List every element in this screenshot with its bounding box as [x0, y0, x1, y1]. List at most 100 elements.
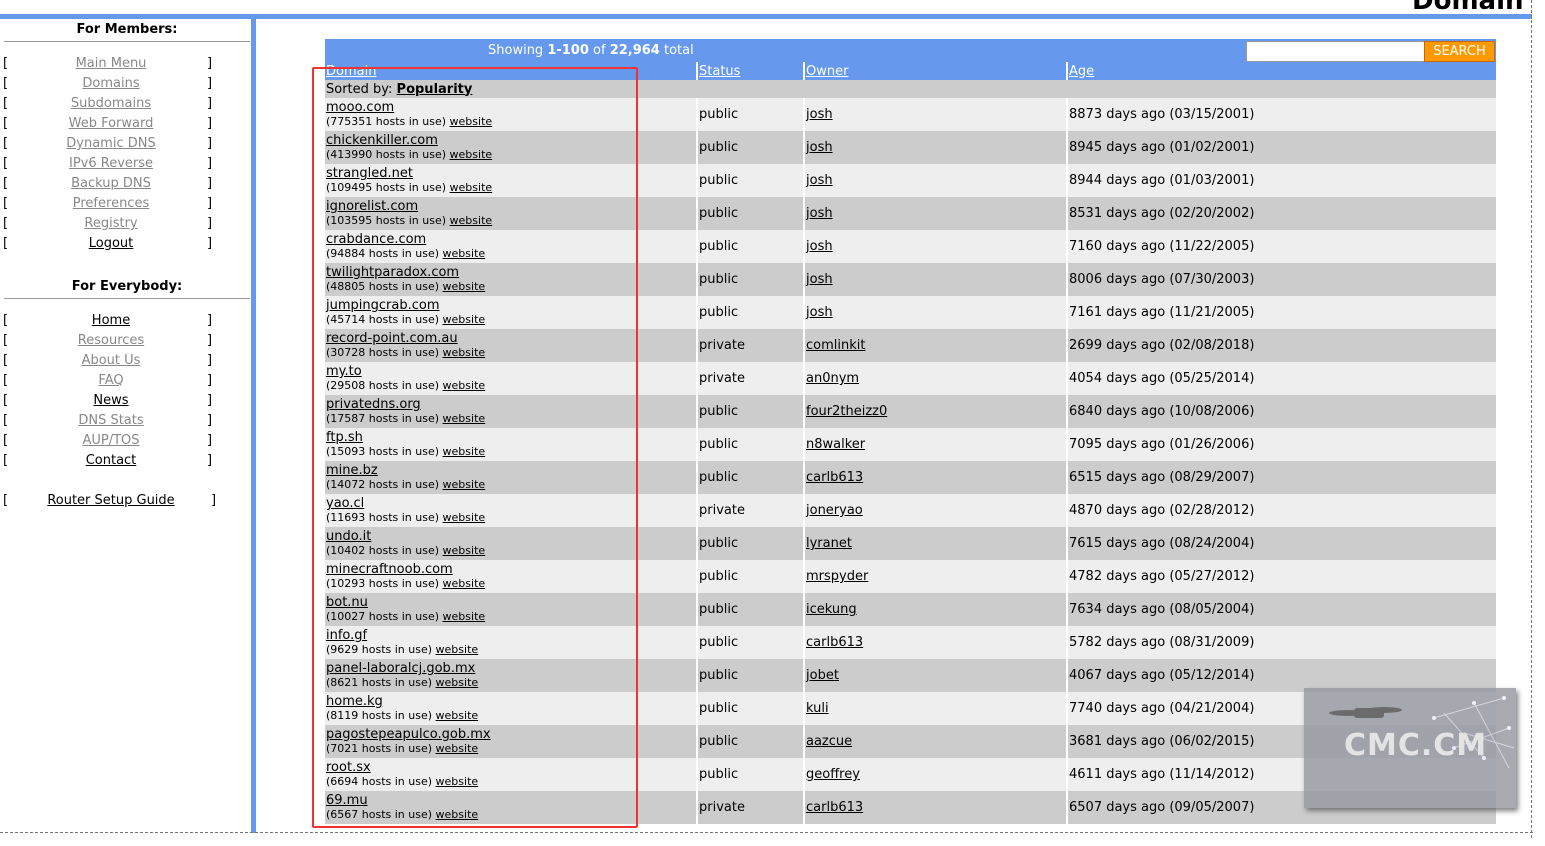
nav-link[interactable]: Logout: [2, 234, 220, 254]
website-link[interactable]: website: [450, 181, 493, 194]
router-setup-guide-link[interactable]: Router Setup Guide: [2, 491, 220, 511]
sort-popularity-link[interactable]: Popularity: [397, 82, 473, 97]
owner-link[interactable]: an0nym: [806, 371, 859, 386]
owner-link[interactable]: carlb613: [806, 800, 863, 815]
owner-link[interactable]: josh: [806, 173, 833, 188]
nav-link[interactable]: IPv6 Reverse: [2, 154, 220, 174]
nav-link[interactable]: DNS Stats: [2, 411, 220, 431]
bracket-close: ]: [207, 116, 213, 131]
nav-link[interactable]: Subdomains: [2, 94, 220, 114]
nav-link[interactable]: Registry: [2, 214, 220, 234]
domain-link[interactable]: privatedns.org: [326, 398, 695, 412]
owner-link[interactable]: four2theizz0: [806, 404, 887, 419]
website-link[interactable]: website: [443, 280, 486, 293]
col-header-status[interactable]: Status: [696, 62, 804, 80]
owner-link[interactable]: josh: [806, 206, 833, 221]
col-header-owner[interactable]: Owner: [803, 62, 1067, 80]
domain-link[interactable]: home.kg: [326, 695, 695, 709]
website-link[interactable]: website: [436, 709, 479, 722]
domain-link[interactable]: minecraftnoob.com: [326, 563, 695, 577]
domain-link[interactable]: bot.nu: [326, 596, 695, 610]
domain-link[interactable]: record-point.com.au: [326, 332, 695, 346]
domain-link[interactable]: mine.bz: [326, 464, 695, 478]
owner-link[interactable]: joneryao: [806, 503, 863, 518]
website-link[interactable]: website: [436, 742, 479, 755]
domain-link[interactable]: root.sx: [326, 761, 695, 775]
website-link[interactable]: website: [436, 775, 479, 788]
domain-cell: info.gf (9629 hosts in use) website: [325, 626, 697, 659]
website-link[interactable]: website: [443, 445, 486, 458]
domain-link[interactable]: info.gf: [326, 629, 695, 643]
members-nav: [Main Menu][Domains][Subdomains][Web For…: [2, 54, 252, 254]
website-link[interactable]: website: [443, 478, 486, 491]
owner-link[interactable]: icekung: [806, 602, 857, 617]
domain-link[interactable]: 69.mu: [326, 794, 695, 808]
website-link[interactable]: website: [450, 148, 493, 161]
owner-link[interactable]: jobet: [806, 668, 839, 683]
owner-link[interactable]: josh: [806, 107, 833, 122]
owner-link[interactable]: josh: [806, 272, 833, 287]
owner-link[interactable]: mrspyder: [806, 569, 868, 584]
col-header-domain[interactable]: Domain: [325, 62, 697, 80]
website-link[interactable]: website: [450, 214, 493, 227]
nav-link[interactable]: Main Menu: [2, 54, 220, 74]
domain-link[interactable]: twilightparadox.com: [326, 266, 695, 280]
domain-link[interactable]: panel-laboralcj.gob.mx: [326, 662, 695, 676]
col-header-age[interactable]: Age: [1066, 62, 1496, 80]
website-link[interactable]: website: [443, 313, 486, 326]
domain-link[interactable]: ignorelist.com: [326, 200, 695, 214]
bracket-open: [: [3, 393, 9, 408]
domain-link[interactable]: my.to: [326, 365, 695, 379]
owner-link[interactable]: n8walker: [806, 437, 865, 452]
website-link[interactable]: website: [443, 577, 486, 590]
website-link[interactable]: website: [443, 346, 486, 359]
nav-link[interactable]: About Us: [2, 351, 220, 371]
website-link[interactable]: website: [436, 808, 479, 821]
domain-link[interactable]: pagostepeapulco.gob.mx: [326, 728, 695, 742]
owner-link[interactable]: josh: [806, 239, 833, 254]
nav-link[interactable]: Dynamic DNS: [2, 134, 220, 154]
nav-link[interactable]: Web Forward: [2, 114, 220, 134]
nav-link[interactable]: Contact: [2, 451, 220, 471]
website-link[interactable]: website: [436, 676, 479, 689]
domain-link[interactable]: jumpingcrab.com: [326, 299, 695, 313]
nav-link[interactable]: News: [2, 391, 220, 411]
owner-link[interactable]: geoffrey: [806, 767, 860, 782]
website-link[interactable]: website: [450, 115, 493, 128]
search-button[interactable]: SEARCH: [1424, 41, 1495, 62]
domain-link[interactable]: crabdance.com: [326, 233, 695, 247]
nav-link[interactable]: AUP/TOS: [2, 431, 220, 451]
owner-link[interactable]: aazcue: [806, 734, 852, 749]
owner-cell: four2theizz0: [803, 395, 1067, 428]
domain-link[interactable]: mooo.com: [326, 101, 695, 115]
website-link[interactable]: website: [443, 412, 486, 425]
nav-link[interactable]: Domains: [2, 74, 220, 94]
owner-link[interactable]: kuli: [806, 701, 829, 716]
owner-link[interactable]: carlb613: [806, 635, 863, 650]
search-input[interactable]: [1246, 41, 1427, 62]
nav-link[interactable]: Backup DNS: [2, 174, 220, 194]
website-link[interactable]: website: [443, 610, 486, 623]
domain-link[interactable]: undo.it: [326, 530, 695, 544]
website-link[interactable]: website: [443, 511, 486, 524]
domain-link[interactable]: ftp.sh: [326, 431, 695, 445]
website-link[interactable]: website: [443, 247, 486, 260]
website-link[interactable]: website: [443, 544, 486, 557]
domain-link[interactable]: chickenkiller.com: [326, 134, 695, 148]
domain-link[interactable]: yao.cl: [326, 497, 695, 511]
owner-link[interactable]: lyranet: [806, 536, 852, 551]
table-row: mooo.com (775351 hosts in use) website pub…: [325, 98, 1496, 131]
owner-link[interactable]: comlinkit: [806, 338, 865, 353]
nav-link[interactable]: FAQ: [2, 371, 220, 391]
nav-link[interactable]: Preferences: [2, 194, 220, 214]
domain-link[interactable]: strangled.net: [326, 167, 695, 181]
website-link[interactable]: website: [443, 379, 486, 392]
website-link[interactable]: website: [436, 643, 479, 656]
owner-link[interactable]: josh: [806, 305, 833, 320]
owner-link[interactable]: carlb613: [806, 470, 863, 485]
owner-link[interactable]: josh: [806, 140, 833, 155]
owner-cell: jobet: [803, 659, 1067, 692]
domain-cell: bot.nu (10027 hosts in use) website: [325, 593, 697, 626]
nav-link[interactable]: Home: [2, 311, 220, 331]
nav-link[interactable]: Resources: [2, 331, 220, 351]
